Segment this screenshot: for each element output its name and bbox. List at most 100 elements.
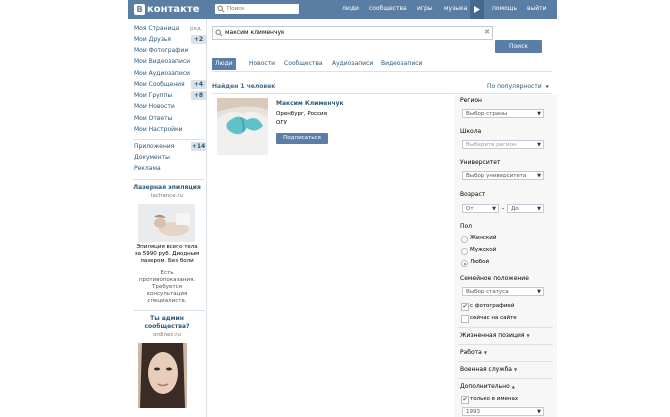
tab-video[interactable]: Видеозаписи	[378, 58, 425, 70]
chevron-down-icon: ▼	[513, 367, 518, 372]
country-select[interactable]: Выбор страны ▼	[462, 109, 544, 118]
menu-my-photos[interactable]: Мои Фотографии	[134, 47, 188, 54]
ad2-domain[interactable]: ordinec.ru	[128, 332, 206, 338]
ad1-warning-line: Требуется	[152, 284, 182, 290]
sex-female-radio[interactable]	[461, 236, 468, 243]
chevron-down-icon: ▼	[537, 409, 541, 415]
school-select-value: Выберите регион	[466, 142, 517, 148]
nav-games[interactable]: игры	[417, 5, 433, 12]
country-select-value: Выбор страны	[466, 111, 508, 117]
menu-ads[interactable]: Реклама	[134, 165, 161, 172]
ad1-warning-line: противопоказания.	[138, 277, 195, 283]
with-photo-checkbox[interactable]: ✔	[461, 303, 469, 311]
ad1-warning: Есть противопоказания. Требуется консуль…	[128, 270, 206, 305]
age-label: Возраст	[460, 191, 486, 198]
chevron-down-icon: ▼	[537, 289, 541, 295]
ad1-domain[interactable]: lachance.ru	[128, 193, 206, 199]
names-only-label[interactable]: только в именах	[470, 396, 518, 402]
person-avatar[interactable]	[217, 98, 268, 155]
menu-my-videos[interactable]: Мои Видеозаписи	[134, 58, 190, 65]
messages-count-badge[interactable]: +4	[191, 80, 206, 89]
military-toggle[interactable]: Военная служба ▼	[460, 366, 517, 373]
search-tabs: Люди Новости Сообщества Аудиозаписи Виде…	[212, 58, 552, 72]
top-header: В контакте Поиск люди сообщества игры му…	[128, 0, 557, 19]
logo-mark: В	[134, 4, 145, 15]
friends-count-badge[interactable]: +2	[191, 35, 206, 44]
university-select-value: Выбор университета	[466, 173, 527, 179]
age-to-select[interactable]: До ▼	[507, 204, 544, 213]
ad1-image[interactable]	[138, 204, 195, 242]
ad2-image[interactable]	[138, 343, 187, 408]
sex-male-radio[interactable]	[461, 248, 468, 255]
menu-my-audio[interactable]: Мои Аудиозаписи	[134, 70, 190, 77]
menu-my-news[interactable]: Мои Новости	[134, 103, 175, 110]
work-label: Работа	[460, 349, 482, 356]
school-select[interactable]: Выберите регион ▼	[462, 140, 544, 149]
nav-logout[interactable]: выйти	[527, 5, 547, 12]
nav-people[interactable]: люди	[342, 5, 359, 12]
extra-toggle[interactable]: Дополнительно ▲	[460, 383, 515, 390]
sex-any-label[interactable]: Любой	[470, 259, 489, 265]
year-select[interactable]: 1993 ▼	[462, 407, 544, 416]
nav-communities[interactable]: сообщества	[369, 5, 407, 12]
age-dash: -	[502, 205, 505, 212]
life-position-toggle[interactable]: Жизненная позиция ▼	[460, 332, 530, 339]
online-label[interactable]: сейчас на сайте	[470, 315, 517, 321]
sex-male-label[interactable]: Мужской	[470, 247, 496, 253]
sort-label: По популярности	[487, 83, 542, 90]
edit-menu-link[interactable]: ред.	[190, 26, 202, 32]
extra-label: Дополнительно	[460, 383, 510, 390]
menu-my-answers[interactable]: Мои Ответы	[134, 115, 172, 122]
tab-people[interactable]: Люди	[212, 58, 236, 70]
menu-my-settings[interactable]: Мои Настройки	[134, 126, 183, 133]
search-button[interactable]: Поиск	[495, 40, 542, 53]
ad2-title[interactable]: Ты админ сообщества?	[128, 315, 206, 331]
people-search-input[interactable]: максим клименчук ✖	[212, 26, 493, 40]
chevron-down-icon: ▼	[526, 333, 530, 338]
page: В контакте Поиск люди сообщества игры му…	[0, 0, 670, 417]
ad1-text-line: Эпиляция всего тела	[136, 244, 198, 250]
menu-my-page[interactable]: Моя Страница	[134, 25, 179, 32]
university-select[interactable]: Выбор университета ▼	[462, 171, 544, 180]
chevron-down-icon: ▼	[483, 350, 487, 355]
work-toggle[interactable]: Работа ▼	[460, 349, 487, 356]
menu-divider	[133, 139, 205, 140]
sort-dropdown[interactable]: По популярности ▼	[487, 83, 549, 90]
marital-label: Семейное положение	[460, 275, 529, 282]
school-label: Школа	[460, 128, 482, 135]
names-only-checkbox[interactable]: ✔	[461, 396, 469, 404]
menu-my-friends[interactable]: Мои Друзья	[134, 36, 171, 43]
tab-communities[interactable]: Сообщества	[281, 58, 326, 70]
tab-audio[interactable]: Аудиозаписи	[329, 58, 376, 70]
apps-count-badge[interactable]: +14	[191, 142, 206, 151]
header-search-input[interactable]: Поиск	[215, 4, 299, 14]
person-name-link[interactable]: Максим Клименчук	[276, 100, 344, 107]
chevron-down-icon: ▼	[537, 173, 541, 179]
ad2-title-line: Ты админ	[150, 315, 184, 322]
chevron-down-icon: ▼	[492, 206, 496, 212]
sex-any-radio[interactable]	[461, 260, 468, 267]
groups-count-badge[interactable]: +8	[191, 91, 206, 100]
nav-music[interactable]: музыка	[444, 5, 467, 12]
subscribe-button[interactable]: Подписаться	[276, 133, 328, 144]
menu-apps[interactable]: Приложения	[134, 143, 174, 150]
menu-documents[interactable]: Документы	[134, 154, 170, 161]
sex-female-label[interactable]: Женский	[470, 235, 496, 241]
ad1-title[interactable]: Лазерная эпиляция	[128, 184, 206, 191]
play-button[interactable]	[470, 0, 484, 19]
online-checkbox[interactable]	[461, 315, 469, 323]
person-school: ОГУ	[276, 120, 288, 126]
with-photo-label[interactable]: с фотографией	[470, 303, 514, 309]
age-from-select[interactable]: От ▼	[462, 204, 499, 213]
ad2-title-line: сообщества?	[144, 323, 190, 330]
ad1-text[interactable]: Эпиляция всего тела за 5990 руб. Диодным…	[128, 244, 206, 265]
marital-select[interactable]: Выбор статуса ▼	[462, 287, 544, 296]
sex-label: Пол	[460, 223, 473, 230]
menu-my-groups[interactable]: Мои Группы	[134, 92, 172, 99]
nav-help[interactable]: помощь	[492, 5, 517, 12]
search-icon	[215, 29, 223, 37]
menu-my-messages[interactable]: Мои Сообщения	[134, 81, 185, 88]
vk-logo[interactable]: В контакте	[134, 4, 199, 15]
tab-news[interactable]: Новости	[246, 58, 278, 70]
clear-icon[interactable]: ✖	[484, 28, 490, 36]
